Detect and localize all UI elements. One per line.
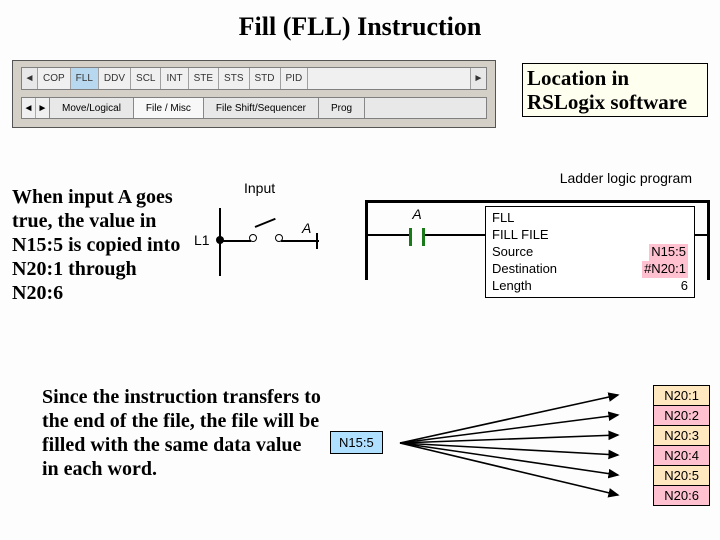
instr-fll[interactable]: FLL [71, 68, 99, 89]
instruction-strip: ◄ COP FLL DDV SCL INT STE STS STD PID ► [21, 67, 487, 90]
ladder-title: Ladder logic program [560, 170, 692, 186]
tab-move-logical[interactable]: Move/Logical [50, 98, 134, 118]
instr-cop[interactable]: COP [38, 68, 71, 89]
page-title: Fill (FLL) Instruction [0, 12, 720, 42]
dest-word: N20:4 [654, 446, 709, 466]
terminal [316, 233, 318, 249]
switch-label: A [302, 220, 311, 236]
fll-src-val: N15:5 [649, 244, 688, 261]
fan-arrows-icon [400, 385, 630, 505]
dest-word: N20:2 [654, 406, 709, 426]
switch-icon [249, 230, 283, 242]
instr-int[interactable]: INT [161, 68, 188, 89]
fll-dest-val: #N20:1 [642, 261, 688, 278]
node-dot [216, 236, 224, 244]
tab-nav[interactable]: ◄► [22, 98, 50, 118]
description-2: Since the instruction transfers to the e… [42, 385, 322, 481]
rslogix-toolbar: ◄ COP FLL DDV SCL INT STE STS STD PID ► … [12, 60, 496, 128]
tab-prog[interactable]: Prog [319, 98, 365, 118]
instr-ddv[interactable]: DDV [99, 68, 131, 89]
scroll-right-icon[interactable]: ► [470, 68, 486, 89]
dest-word: N20:6 [654, 486, 709, 505]
input-title: Input [244, 180, 275, 196]
tab-file-misc[interactable]: File / Misc [134, 98, 204, 118]
instr-ste[interactable]: STE [189, 68, 219, 89]
fll-dest-label: Destination [492, 261, 642, 278]
transfer-diagram: N15:5 N20:1 N20:2 N20:3 N20:4 N20:5 N20:… [330, 385, 710, 535]
input-diagram: Input L1 A [194, 180, 354, 290]
tab-file-shift[interactable]: File Shift/Sequencer [204, 98, 319, 118]
description-1: When input A goes true, the value in N15… [12, 185, 182, 305]
dest-word: N20:5 [654, 466, 709, 486]
ladder-diagram: Ladder logic program A FLL FILL FILE Sou… [365, 170, 710, 340]
rung-top [365, 200, 710, 203]
xic-contact: A [393, 218, 441, 252]
right-rail [707, 200, 710, 280]
fll-len-label: Length [492, 278, 681, 295]
scroll-left-icon[interactable]: ◄ [22, 68, 38, 89]
fll-block: FLL FILL FILE SourceN15:5 Destination#N2… [485, 206, 695, 298]
fll-mnemonic: FLL [492, 210, 688, 227]
left-rail [365, 200, 368, 280]
instr-scl[interactable]: SCL [131, 68, 161, 89]
contact-label: A [393, 206, 441, 222]
category-tabs: ◄► Move/Logical File / Misc File Shift/S… [21, 97, 487, 119]
destination-stack: N20:1 N20:2 N20:3 N20:4 N20:5 N20:6 [653, 385, 710, 506]
fll-name: FILL FILE [492, 227, 688, 244]
instr-sts[interactable]: STS [219, 68, 249, 89]
fll-src-label: Source [492, 244, 649, 261]
instr-pid[interactable]: PID [281, 68, 309, 89]
fll-len-val: 6 [681, 278, 688, 295]
instr-std[interactable]: STD [250, 68, 281, 89]
location-label: Location in RSLogix software [522, 63, 708, 117]
source-box: N15:5 [330, 431, 383, 454]
dest-word: N20:3 [654, 426, 709, 446]
dest-word: N20:1 [654, 386, 709, 406]
rail-label: L1 [194, 232, 210, 248]
